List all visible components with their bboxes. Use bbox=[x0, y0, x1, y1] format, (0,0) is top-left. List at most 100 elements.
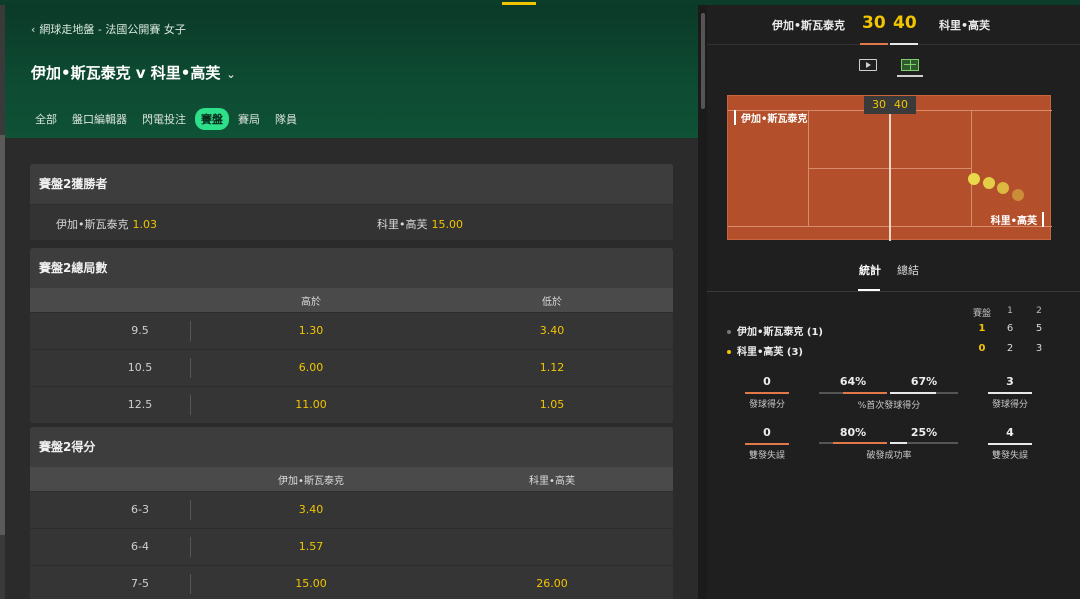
table-header: 高於 低於 bbox=[30, 288, 673, 312]
table-row: 7-5 15.00 26.00 bbox=[30, 565, 673, 599]
score-label: 6-4 bbox=[131, 540, 149, 553]
tab-flash-bet[interactable]: 閃電投注 bbox=[136, 108, 192, 130]
market-title[interactable]: 賽盤2得分 bbox=[30, 427, 673, 467]
odds-p1[interactable]: 3.40 bbox=[299, 503, 324, 516]
middle-scrollbar-thumb[interactable] bbox=[701, 13, 705, 109]
market-tabs: 全部 盤口編輯器 閃電投注 賽盤 賽局 隊員 bbox=[29, 108, 306, 130]
stat-break-points-label: 破發成功率 bbox=[866, 451, 912, 461]
selection-p1[interactable]: 伊加•斯瓦泰克 1.03 bbox=[56, 216, 157, 232]
markets-pane: ‹ 網球走地盤 - 法國公開賽 女子 伊加•斯瓦泰克 v 科里•高芙 ⌄ 全部 盤口… bbox=[0, 5, 698, 599]
line-label: 10.5 bbox=[127, 361, 153, 374]
ball-icon bbox=[983, 177, 995, 189]
col-p1: 伊加•斯瓦泰克 bbox=[278, 476, 344, 487]
score-label: 7-5 bbox=[131, 577, 149, 590]
odds-over[interactable]: 1.30 bbox=[299, 324, 324, 337]
video-icon[interactable] bbox=[859, 59, 877, 71]
p2-current-sets: 0 bbox=[978, 343, 986, 354]
odds-value: 15.00 bbox=[431, 218, 464, 231]
odds-over[interactable]: 11.00 bbox=[295, 398, 327, 411]
tab-stats[interactable]: 統計 bbox=[859, 262, 881, 278]
chevron-left-icon: ‹ bbox=[31, 23, 36, 36]
stats-p2-row: 科里•高芙 (3) bbox=[727, 343, 803, 358]
left-scrollbar-thumb[interactable] bbox=[0, 135, 5, 535]
market-set2-total-games: 賽盤2總局數 高於 低於 9.5 1.30 3.40 10.5 6.00 1.1… bbox=[30, 248, 673, 423]
stats-p1-row: 伊加•斯瓦泰克 (1) bbox=[727, 323, 823, 338]
match-title[interactable]: 伊加•斯瓦泰克 v 科里•高芙 ⌄ bbox=[31, 62, 236, 83]
odds-p2[interactable]: 26.00 bbox=[536, 577, 568, 590]
court-p2-name: 科里•高芙 bbox=[991, 212, 1044, 227]
break-points-bar-p1 bbox=[819, 442, 887, 444]
scoreboard-p1-points: 30 bbox=[862, 13, 886, 33]
p1-indicator bbox=[860, 43, 888, 45]
col-under: 低於 bbox=[542, 297, 562, 308]
ball-icon bbox=[968, 173, 980, 185]
tab-bet-builder[interactable]: 盤口編輯器 bbox=[66, 108, 133, 130]
scoreboard: 伊加•斯瓦泰克 30 40 科里•高芙 bbox=[707, 5, 1080, 45]
odds-value: 1.03 bbox=[132, 218, 158, 231]
chevron-down-icon: ⌄ bbox=[226, 68, 236, 81]
line-label: 12.5 bbox=[127, 398, 153, 411]
divider bbox=[190, 321, 191, 341]
stat-double-faults-p1: 0 雙發失誤 bbox=[737, 426, 797, 461]
serve-dot bbox=[727, 350, 731, 354]
market-title[interactable]: 賽盤2獲勝者 bbox=[30, 164, 673, 204]
breadcrumb[interactable]: ‹ 網球走地盤 - 法國公開賽 女子 bbox=[31, 21, 186, 37]
serve-dot bbox=[727, 330, 731, 334]
scoreboard-p2-name: 科里•高芙 bbox=[939, 19, 991, 32]
divider bbox=[190, 500, 191, 520]
stat-break-points-p1: 80% bbox=[839, 426, 867, 439]
ball-icon bbox=[997, 182, 1009, 194]
tab-all[interactable]: 全部 bbox=[29, 108, 63, 130]
tennis-court: 30 40 伊加•斯瓦泰克 科里•高芙 bbox=[727, 95, 1052, 241]
divider bbox=[190, 574, 191, 594]
bar-fill bbox=[890, 392, 936, 394]
tab-games[interactable]: 賽局 bbox=[232, 108, 266, 130]
stat-first-serve-p1: 64% bbox=[839, 375, 867, 388]
middle-scrollbar[interactable] bbox=[698, 5, 707, 599]
court-score: 30 40 bbox=[864, 96, 916, 114]
odds-under[interactable]: 1.05 bbox=[540, 398, 565, 411]
match-header: ‹ 網球走地盤 - 法國公開賽 女子 伊加•斯瓦泰克 v 科里•高芙 ⌄ 全部 盤口… bbox=[5, 5, 698, 138]
selection-p2[interactable]: 科里•高芙 15.00 bbox=[377, 216, 463, 232]
bar-fill bbox=[832, 442, 887, 444]
odds-p1[interactable]: 15.00 bbox=[295, 577, 327, 590]
winner-row: 伊加•斯瓦泰克 1.03 科里•高芙 15.00 bbox=[30, 204, 673, 240]
match-tracker-pane: 伊加•斯瓦泰克 30 40 科里•高芙 30 40 伊加•斯瓦泰克 科里•高芙 統… bbox=[707, 5, 1080, 599]
break-points-bar-p2 bbox=[890, 442, 958, 444]
court-icon[interactable] bbox=[901, 59, 919, 71]
table-row: 10.5 6.00 1.12 bbox=[30, 349, 673, 386]
p2-set-2: 3 bbox=[1035, 343, 1043, 354]
line-label: 9.5 bbox=[131, 324, 149, 337]
table-row: 12.5 11.00 1.05 bbox=[30, 386, 673, 423]
set-number: 1 bbox=[1007, 306, 1013, 316]
score-label: 6-3 bbox=[131, 503, 149, 516]
view-indicator bbox=[897, 75, 923, 77]
odds-over[interactable]: 6.00 bbox=[299, 361, 324, 374]
stat-first-serve-label: %首次發球得分 bbox=[857, 401, 921, 411]
market-title[interactable]: 賽盤2總局數 bbox=[30, 248, 673, 288]
tab-summary[interactable]: 總結 bbox=[897, 262, 919, 278]
stat-bar bbox=[988, 392, 1032, 394]
scoreboard-p2-points: 40 bbox=[893, 13, 917, 33]
table-row: 9.5 1.30 3.40 bbox=[30, 312, 673, 349]
stat-aces-p2: 3 發球得分 bbox=[980, 375, 1040, 410]
divider bbox=[190, 395, 191, 415]
stat-aces-p1: 0 發球得分 bbox=[737, 375, 797, 410]
odds-under[interactable]: 1.12 bbox=[540, 361, 565, 374]
ball-icon bbox=[1012, 189, 1024, 201]
bar-fill bbox=[890, 442, 907, 444]
tab-players[interactable]: 隊員 bbox=[269, 108, 303, 130]
odds-p1[interactable]: 1.57 bbox=[299, 540, 324, 553]
table-header: 伊加•斯瓦泰克 科里•高芙 bbox=[30, 467, 673, 491]
stat-double-faults-p2: 4 雙發失誤 bbox=[980, 426, 1040, 461]
bar-fill bbox=[843, 392, 887, 394]
stats-tabs: 統計 總結 bbox=[707, 260, 1080, 292]
stat-bar bbox=[988, 443, 1032, 445]
market-set2-winner: 賽盤2獲勝者 伊加•斯瓦泰克 1.03 科里•高芙 15.00 bbox=[30, 164, 673, 240]
net bbox=[889, 96, 891, 241]
odds-under[interactable]: 3.40 bbox=[540, 324, 565, 337]
tab-sets[interactable]: 賽盤 bbox=[195, 108, 229, 130]
first-serve-bar-p1 bbox=[819, 392, 887, 394]
set-number: 2 bbox=[1036, 306, 1042, 316]
court-p1-name: 伊加•斯瓦泰克 bbox=[734, 110, 807, 125]
